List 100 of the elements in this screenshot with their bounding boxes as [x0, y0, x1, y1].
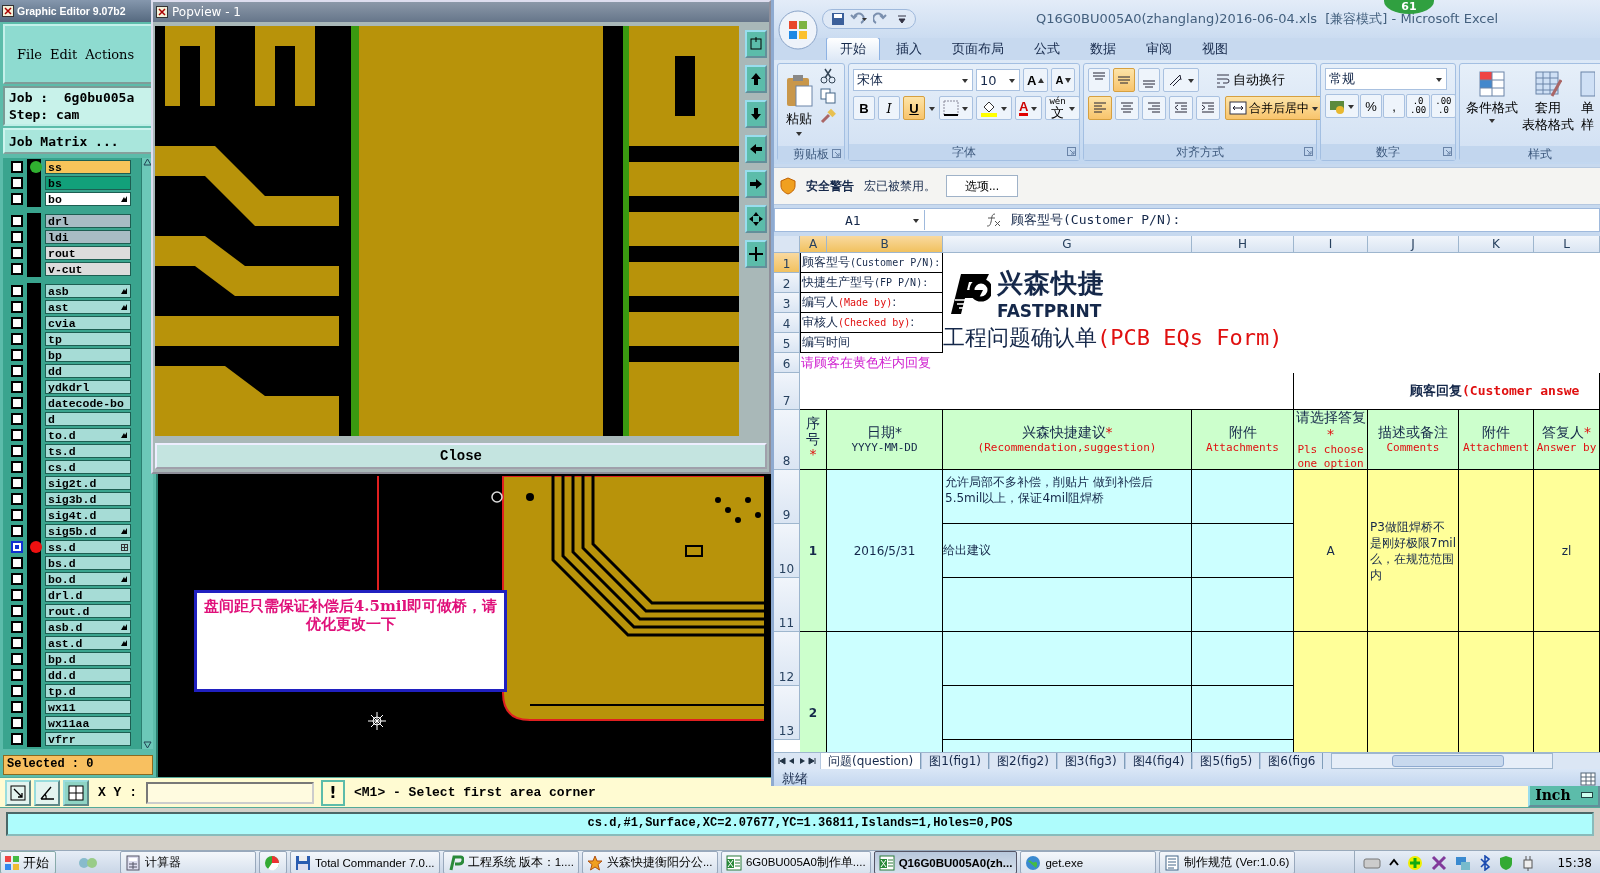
layer-item[interactable]: dd.d: [45, 668, 131, 682]
ribbon-tab[interactable]: 视图: [1188, 37, 1242, 60]
column-header[interactable]: H: [1192, 236, 1294, 253]
first-sheet-icon[interactable]: [778, 757, 786, 765]
sheet-tab[interactable]: 图6(fig6: [1260, 753, 1324, 769]
sheet-tab[interactable]: 图4(fig4): [1124, 753, 1193, 769]
indent-button[interactable]: [1196, 96, 1220, 120]
office-button[interactable]: [778, 10, 818, 50]
sheet-tab[interactable]: 图1(fig1): [921, 753, 990, 769]
layer-item[interactable]: ss.d: [45, 540, 131, 554]
checkbox[interactable]: [11, 177, 23, 189]
toolbar-button[interactable]: [745, 65, 767, 93]
checkbox[interactable]: [11, 429, 23, 441]
layer-item[interactable]: ts.d: [45, 444, 131, 458]
customize-icon[interactable]: [897, 14, 907, 24]
checkbox[interactable]: [11, 525, 23, 537]
font-size-field[interactable]: 10: [976, 69, 1020, 91]
row-header[interactable]: 5: [774, 333, 800, 353]
font-color-button[interactable]: A: [1015, 96, 1043, 120]
save-icon[interactable]: [831, 12, 845, 26]
brush-icon[interactable]: [820, 108, 836, 124]
checkbox[interactable]: [11, 701, 23, 713]
checkbox[interactable]: [11, 365, 23, 377]
layer-item[interactable]: sig4t.d: [45, 508, 131, 522]
toolbar-button[interactable]: [5, 779, 31, 806]
toolbar-button[interactable]: [745, 240, 767, 268]
sheet-tab[interactable]: 图5(fig5): [1192, 753, 1261, 769]
paste-button[interactable]: 粘贴: [782, 68, 816, 142]
checkbox[interactable]: [11, 605, 23, 617]
layout-icon[interactable]: [1580, 772, 1596, 786]
checkbox[interactable]: [11, 685, 23, 697]
toolbar-button[interactable]: [745, 205, 767, 233]
taskbar-button[interactable]: 6G0BU005A0制作单....: [720, 851, 871, 873]
decrease-decimal-button[interactable]: .00 .0: [1431, 94, 1456, 118]
format-button[interactable]: B: [853, 96, 875, 120]
percent-button[interactable]: %: [1360, 94, 1382, 118]
checkbox[interactable]: [11, 557, 23, 569]
layer-item[interactable]: bo: [45, 192, 131, 206]
checkbox[interactable]: [11, 621, 23, 633]
layer-item[interactable]: rout.d: [45, 604, 131, 618]
function-icon[interactable]: [985, 213, 1001, 227]
number-format-field[interactable]: 常规: [1325, 68, 1447, 90]
checkbox[interactable]: [11, 461, 23, 473]
checkbox[interactable]: [11, 215, 23, 227]
scissors-icon[interactable]: [820, 68, 836, 84]
scroll-thumb[interactable]: [1392, 755, 1505, 767]
start-button[interactable]: 开始: [0, 851, 56, 873]
sheet-tab[interactable]: 图3(fig3): [1056, 753, 1125, 769]
checkbox[interactable]: [11, 477, 23, 489]
checkbox[interactable]: [11, 161, 23, 173]
font-name-field[interactable]: 宋体: [853, 69, 973, 91]
shrink-font-button[interactable]: A: [1051, 68, 1076, 92]
align-button[interactable]: [1088, 96, 1112, 120]
sheet-tab[interactable]: 图2(fig2): [989, 753, 1057, 769]
format-button[interactable]: U: [903, 96, 925, 120]
checkbox[interactable]: [11, 285, 23, 297]
checkbox[interactable]: [11, 445, 23, 457]
layer-item[interactable]: v-cut: [45, 262, 131, 276]
layer-item[interactable]: wx11aa: [45, 716, 131, 730]
checkbox[interactable]: [11, 669, 23, 681]
layer-item[interactable]: ast: [45, 300, 131, 314]
align-button[interactable]: [1138, 68, 1160, 92]
row-header[interactable]: 1: [774, 253, 800, 273]
checkbox[interactable]: [11, 573, 23, 585]
menu-item[interactable]: File: [17, 46, 43, 62]
toolbar-button[interactable]: [63, 779, 89, 806]
layer-item[interactable]: ldi: [45, 230, 131, 244]
plus-icon[interactable]: [1407, 854, 1424, 871]
row-header[interactable]: 3: [774, 293, 800, 313]
layer-item[interactable]: asb.d: [45, 620, 131, 634]
launcher-icon[interactable]: [832, 149, 841, 158]
column-header[interactable]: J: [1368, 236, 1459, 253]
toolbar-button[interactable]: [745, 135, 767, 163]
layer-item[interactable]: ss: [45, 160, 131, 174]
checkbox[interactable]: [11, 397, 23, 409]
cell-style-button[interactable]: 单 样: [1576, 68, 1598, 142]
alert-button[interactable]: !: [321, 779, 345, 806]
grow-font-button[interactable]: A: [1023, 68, 1049, 92]
layer-item[interactable]: dd: [45, 364, 131, 378]
currency-button[interactable]: [1325, 94, 1359, 118]
layer-item[interactable]: wx11: [45, 700, 131, 714]
plug-icon[interactable]: [1521, 854, 1536, 871]
corner-cell[interactable]: [774, 236, 800, 253]
align-button[interactable]: [1113, 68, 1135, 92]
toolbar-button[interactable]: [34, 779, 60, 806]
layer-item[interactable]: bs.d: [45, 556, 131, 570]
taskbar-button[interactable]: 工程系统 版本：1....: [442, 851, 579, 873]
row-header[interactable]: 9: [774, 470, 800, 524]
row-header[interactable]: 12: [774, 632, 800, 686]
layer-item[interactable]: bp: [45, 348, 131, 362]
layer-item[interactable]: to.d: [45, 428, 131, 442]
layer-item[interactable]: tp: [45, 332, 131, 346]
layer-item[interactable]: vfrr: [45, 732, 131, 746]
increase-decimal-button[interactable]: .0 .00: [1406, 94, 1431, 118]
conditional-format-button[interactable]: 条件格式: [1464, 68, 1520, 142]
layer-item[interactable]: drl: [45, 214, 131, 228]
checkbox[interactable]: [11, 301, 23, 313]
taskbar-button[interactable]: 兴森快捷衡阳分公...: [581, 851, 718, 873]
checkbox[interactable]: [11, 589, 23, 601]
layer-item[interactable]: ydkdrl: [45, 380, 131, 394]
